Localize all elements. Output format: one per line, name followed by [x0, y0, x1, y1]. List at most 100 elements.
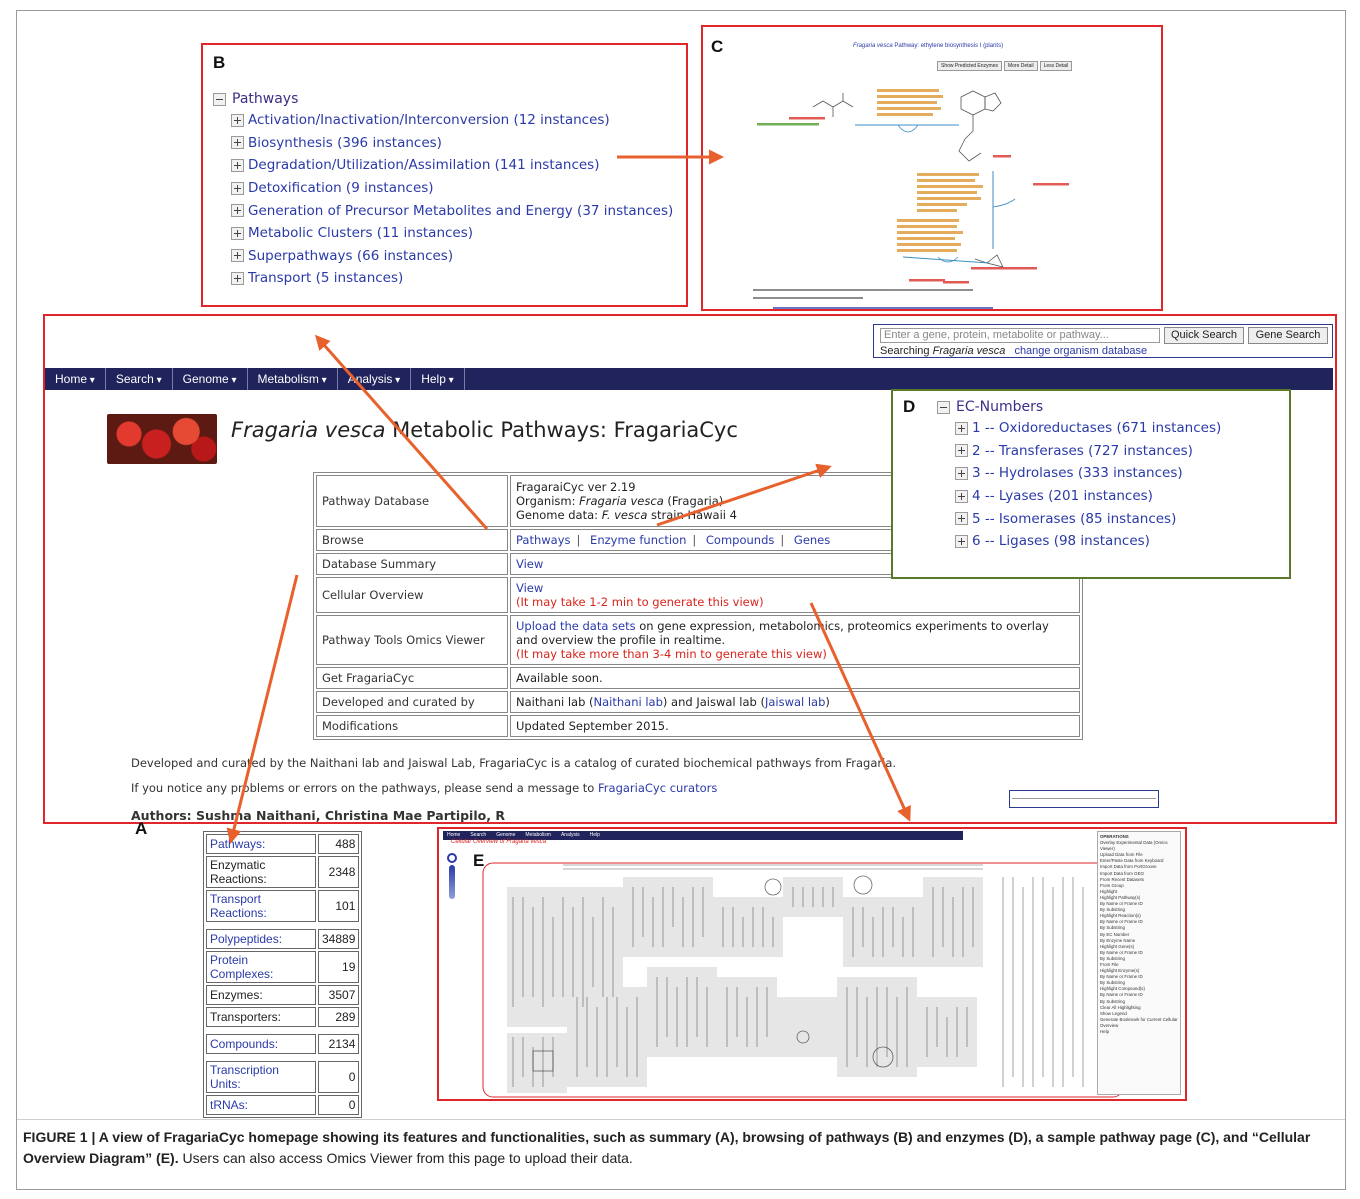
change-db-link[interactable]: change organism database — [1014, 345, 1147, 357]
pathway-class-item[interactable]: Degradation/Utilization/Assimilation (14… — [231, 154, 673, 177]
row-label: Pathway Database — [316, 475, 508, 527]
row-label: Pathway Tools Omics Viewer — [316, 615, 508, 665]
pathway-class-item[interactable]: Superpathways (66 instances) — [231, 245, 673, 268]
stat-label[interactable]: Polypeptides: — [206, 929, 316, 949]
curators-link[interactable]: FragariaCyc curators — [598, 781, 717, 795]
operations-menu-item[interactable]: Help — [1100, 1029, 1178, 1035]
table-row: Modifications Updated September 2015. — [316, 715, 1080, 737]
ec-root-label[interactable]: EC-Numbers — [956, 399, 1043, 415]
ec-class-item[interactable]: 3 -- Hydrolases (333 instances) — [955, 462, 1221, 485]
operations-list: Overlay Experimental Data (Omics Viewer)… — [1100, 840, 1178, 1035]
expand-icon[interactable] — [231, 158, 244, 172]
browse-pathways-link[interactable]: Pathways — [516, 533, 571, 547]
row-label: Get FragariaCyc — [316, 667, 508, 689]
browse-enzyme-link[interactable]: Enzyme function — [590, 533, 686, 547]
stat-label[interactable]: Protein Complexes: — [206, 951, 316, 983]
table-row: Transporters: 289 — [206, 1007, 360, 1027]
row-value: Updated September 2015. — [510, 715, 1080, 737]
expand-icon[interactable] — [955, 534, 968, 548]
description-paragraph: Developed and curated by the Naithani la… — [131, 756, 897, 770]
pathway-class-item[interactable]: Metabolic Clusters (11 instances) — [231, 222, 673, 245]
summary-view-link[interactable]: View — [516, 557, 543, 571]
searching-note: Searching Fragaria vesca change organism… — [880, 345, 1148, 357]
page-title: Fragaria vesca Metabolic Pathways: Fraga… — [231, 418, 738, 442]
expand-icon[interactable] — [231, 249, 244, 263]
naithani-lab-link[interactable]: Naithani lab — [594, 695, 663, 709]
table-row: Pathway Tools Omics Viewer Upload the da… — [316, 615, 1080, 665]
stat-label[interactable]: Transcription Units: — [206, 1061, 316, 1093]
row-label: Cellular Overview — [316, 577, 508, 613]
table-row: Get FragariaCyc Available soon. — [316, 667, 1080, 689]
pathway-class-item[interactable]: Biosynthesis (396 instances) — [231, 132, 673, 155]
pathway-class-item[interactable]: Activation/Inactivation/Interconversion … — [231, 109, 673, 132]
panel-letter-a: A — [135, 819, 148, 838]
upload-datasets-link[interactable]: Upload the data sets — [516, 619, 636, 633]
ec-class-item[interactable]: 1 -- Oxidoreductases (671 instances) — [955, 417, 1221, 440]
pathway-class-item[interactable]: Transport (5 instances) — [231, 267, 673, 290]
nav-genome[interactable]: Genome — [173, 368, 248, 390]
expand-icon[interactable] — [231, 204, 244, 218]
table-row: Enzymes: 3507 — [206, 985, 360, 1005]
panel-e: Home Search Genome Metabolism Analysis H… — [437, 827, 1187, 1101]
e-nav-item[interactable]: Help — [586, 831, 604, 840]
browse-compounds-link[interactable]: Compounds — [706, 533, 774, 547]
operations-menu-item[interactable]: Generate Bookmark for Current Cellular O… — [1100, 1017, 1178, 1029]
browse-genes-link[interactable]: Genes — [794, 533, 830, 547]
expand-icon[interactable] — [955, 421, 968, 435]
quick-search-button[interactable]: Quick Search — [1164, 327, 1244, 344]
expand-icon[interactable] — [955, 444, 968, 458]
cellular-overview-diagram — [482, 862, 1124, 1098]
pathways-root-label[interactable]: Pathways — [232, 91, 298, 107]
expand-icon[interactable] — [955, 512, 968, 526]
pathway-class-list: Activation/Inactivation/Interconversion … — [231, 109, 673, 290]
nav-metabolism[interactable]: Metabolism — [248, 368, 338, 390]
pathways-root[interactable]: Pathways — [213, 91, 673, 107]
collapse-icon[interactable] — [937, 400, 950, 414]
expand-icon[interactable] — [955, 489, 968, 503]
row-label: Modifications — [316, 715, 508, 737]
ec-class-item[interactable]: 6 -- Ligases (98 instances) — [955, 530, 1221, 553]
stat-label[interactable]: Transport Reactions: — [206, 890, 316, 922]
ec-class-item[interactable]: 4 -- Lyases (201 instances) — [955, 485, 1221, 508]
jaiswal-lab-link[interactable]: Jaiswal lab — [765, 695, 825, 709]
nav-help[interactable]: Help — [411, 368, 465, 390]
table-row: Enzymatic Reactions: 2348 — [206, 856, 360, 888]
operations-menu: OPERATIONS Overlay Experimental Data (Om… — [1097, 831, 1181, 1095]
expand-icon[interactable] — [231, 181, 244, 195]
table-row: tRNAs: 0 — [206, 1095, 360, 1115]
table-row: Compounds: 2134 — [206, 1034, 360, 1054]
report-paragraph: If you notice any problems or errors on … — [131, 781, 718, 795]
expand-icon[interactable] — [231, 271, 244, 285]
stat-label[interactable]: tRNAs: — [206, 1095, 316, 1115]
collapse-icon[interactable] — [213, 92, 226, 106]
caption-rule — [17, 1119, 1345, 1120]
nav-search[interactable]: Search — [106, 368, 173, 390]
operations-menu-item[interactable]: Overlay Experimental Data (Omics Viewer) — [1100, 840, 1178, 852]
caption-rest: Users can also access Omics Viewer from … — [178, 1150, 633, 1166]
pathway-class-item[interactable]: Detoxification (9 instances) — [231, 177, 673, 200]
ec-class-item[interactable]: 2 -- Transferases (727 instances) — [955, 440, 1221, 463]
table-row: Developed and curated by Naithani lab (N… — [316, 691, 1080, 713]
expand-icon[interactable] — [231, 113, 244, 127]
cellular-view-link[interactable]: View — [516, 581, 1074, 595]
ec-class-item[interactable]: 5 -- Isomerases (85 instances) — [955, 507, 1221, 530]
stat-label[interactable]: Compounds: — [206, 1034, 316, 1054]
pathway-class-item[interactable]: Generation of Precursor Metabolites and … — [231, 199, 673, 222]
search-input[interactable]: Enter a gene, protein, metabolite or pat… — [880, 328, 1160, 343]
cellular-note: (It may take 1-2 min to generate this vi… — [516, 595, 764, 609]
expand-icon[interactable] — [231, 226, 244, 240]
omics-note: (It may take more than 3-4 min to genera… — [516, 647, 827, 661]
table-row: Pathways: 488 — [206, 834, 360, 854]
nav-analysis[interactable]: Analysis — [338, 368, 412, 390]
cellular-overview-title: Cellular Overview of Fragaria vesca — [451, 839, 547, 845]
expand-icon[interactable] — [231, 136, 244, 150]
stat-label[interactable]: Pathways: — [206, 834, 316, 854]
gene-search-button[interactable]: Gene Search — [1248, 327, 1328, 344]
nav-home[interactable]: Home — [45, 368, 106, 390]
expand-icon[interactable] — [955, 466, 968, 480]
table-row: Transcription Units: 0 — [206, 1061, 360, 1093]
e-nav-item[interactable]: Analysis — [557, 831, 584, 840]
ec-numbers-root[interactable]: EC-Numbers — [937, 399, 1221, 415]
row-label: Browse — [316, 529, 508, 551]
stat-label: Enzymatic Reactions: — [206, 856, 316, 888]
